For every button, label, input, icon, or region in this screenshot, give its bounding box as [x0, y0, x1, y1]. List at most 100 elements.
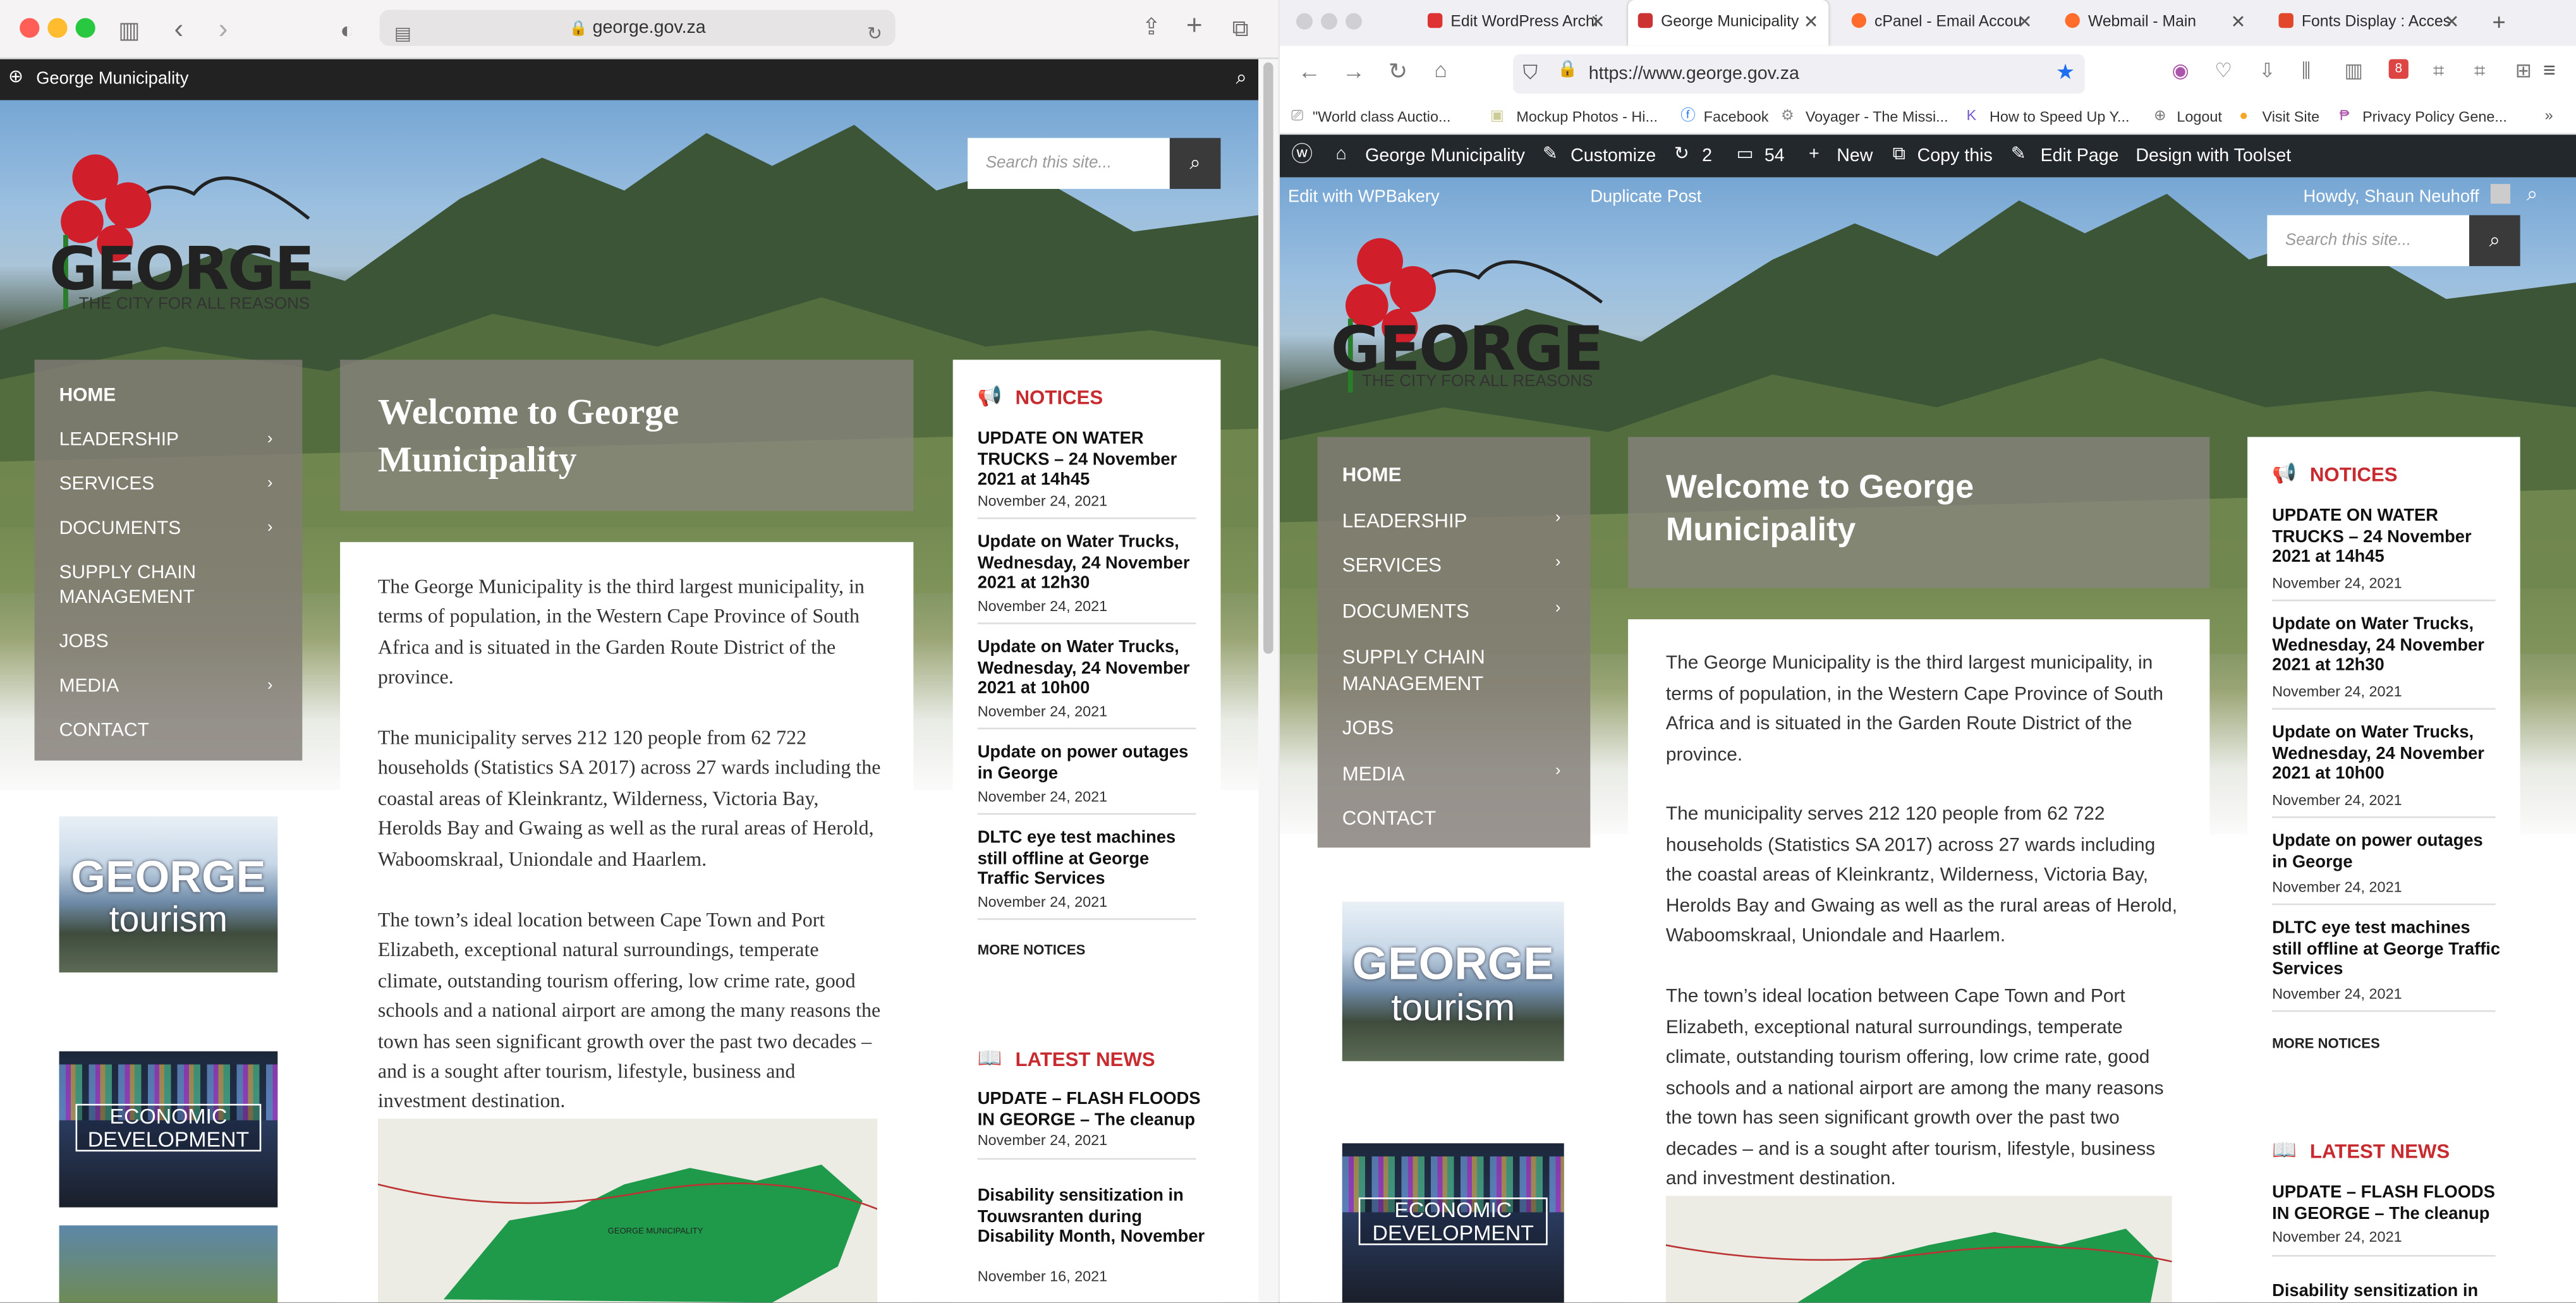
shield-icon[interactable]: ◐: [340, 16, 354, 43]
news-title-2[interactable]: Disability sensitization in Touwsranten …: [978, 1186, 1208, 1247]
news-title-1[interactable]: UPDATE – FLASH FLOODS IN GEORGE – The cl…: [2272, 1183, 2510, 1224]
bookmark-star-icon[interactable]: ★: [2056, 61, 2075, 82]
third-banner[interactable]: [59, 1225, 278, 1303]
notice-title-4[interactable]: Update on power outages in George: [978, 742, 1201, 784]
notice-title-2[interactable]: Update on Water Trucks, Wednesday, 24 No…: [978, 532, 1201, 593]
notice-title-1[interactable]: UPDATE ON WATER TRUCKS – 24 November 202…: [2272, 506, 2502, 567]
crop-icon[interactable]: ⌗: [2433, 61, 2445, 80]
tab-edit-wordpress[interactable]: Edit WordPress Archi ✕: [1418, 0, 1615, 46]
extension-badge[interactable]: 8: [2388, 59, 2409, 79]
nav-item-contact[interactable]: CONTACT: [59, 721, 276, 741]
more-notices-link[interactable]: MORE NOTICES: [978, 942, 1086, 958]
tourism-banner[interactable]: GEORGE tourism: [59, 816, 278, 973]
pocket-icon[interactable]: ♡: [2215, 61, 2232, 80]
sidebar-icon[interactable]: ▥: [118, 16, 140, 44]
nav-item-leadership[interactable]: LEADERSHIP ›: [59, 430, 276, 450]
notice-title-1[interactable]: UPDATE ON WATER TRUCKS – 24 November 202…: [978, 428, 1201, 490]
screenshot-icon[interactable]: ⊞: [2515, 61, 2532, 80]
wordpress-icon[interactable]: ⓦ: [1291, 143, 1313, 164]
wp-copy-this[interactable]: Copy this: [1917, 146, 1993, 166]
nav-item-home[interactable]: HOME: [1342, 463, 1564, 486]
sidebar-icon[interactable]: ▥: [2344, 61, 2362, 80]
bookmark-2[interactable]: Mockup Photos - Hi...: [1516, 109, 1658, 125]
search-button[interactable]: ⌕: [1169, 138, 1221, 189]
reload-icon[interactable]: ↻: [1388, 59, 1408, 82]
close-tab-icon[interactable]: ✕: [2017, 0, 2032, 46]
more-bookmarks-icon[interactable]: »: [2545, 107, 2553, 123]
notice-title-5[interactable]: DLTC eye test machines still offline at …: [978, 828, 1201, 889]
nav-item-home[interactable]: HOME: [59, 386, 276, 406]
menu-icon[interactable]: ≡: [2543, 59, 2556, 81]
wp-edit-page[interactable]: Edit Page: [2041, 146, 2119, 166]
nav-item-media[interactable]: MEDIA ›: [1342, 762, 1564, 785]
nav-item-services[interactable]: SERVICES ›: [1342, 554, 1564, 576]
tracking-shield-icon[interactable]: ⛉: [1523, 63, 1538, 82]
nav-item-contact[interactable]: CONTACT: [1342, 806, 1564, 829]
nav-item-jobs[interactable]: JOBS: [59, 633, 276, 652]
search-icon[interactable]: ⌕: [2527, 184, 2538, 203]
nav-item-services[interactable]: SERVICES ›: [59, 475, 276, 494]
back-icon[interactable]: ‹: [174, 13, 184, 46]
tab-cpanel[interactable]: cPanel - Email Accou ✕: [1842, 0, 2042, 46]
tourism-banner[interactable]: GEORGE tourism: [1342, 902, 1564, 1062]
home-icon[interactable]: ⌂: [1434, 59, 1447, 81]
close-window-button[interactable]: [1296, 13, 1313, 30]
forward-icon[interactable]: ›: [219, 13, 228, 46]
wp-customize[interactable]: Customize: [1571, 146, 1656, 166]
extension-icon[interactable]: ◉: [2172, 61, 2189, 80]
bookmark-7[interactable]: Visit Site: [2263, 109, 2320, 125]
nav-item-jobs[interactable]: JOBS: [1342, 716, 1564, 739]
close-tab-icon[interactable]: ✕: [2444, 0, 2459, 46]
nav-item-leadership[interactable]: LEADERSHIP ›: [1342, 509, 1564, 532]
search-input[interactable]: Search this site...: [2267, 215, 2470, 267]
nav-item-supply-chain[interactable]: SUPPLY CHAIN MANAGEMENT: [59, 562, 224, 611]
crop-tool-icon[interactable]: ⌗: [2474, 61, 2486, 80]
tab-fonts-display[interactable]: Fonts Display : Acces ✕: [2269, 0, 2469, 46]
news-title-1[interactable]: UPDATE – FLASH FLOODS IN GEORGE – The cl…: [978, 1089, 1208, 1130]
notice-title-2[interactable]: Update on Water Trucks, Wednesday, 24 No…: [2272, 614, 2502, 676]
library-icon[interactable]: ⫼: [2302, 61, 2311, 80]
close-tab-icon[interactable]: ✕: [1804, 0, 1819, 46]
wpbakery-link[interactable]: Edit with WPBakery: [1288, 187, 1440, 207]
page-scrollbar[interactable]: [1258, 59, 1279, 1303]
bookmark-6[interactable]: Logout: [2177, 109, 2222, 125]
economic-development-banner[interactable]: ECONOMIC DEVELOPMENT: [1342, 1143, 1564, 1303]
wp-site-name[interactable]: George Municipality: [1365, 146, 1525, 166]
bookmark-5[interactable]: How to Speed Up Y...: [1990, 109, 2130, 125]
wp-updates-count[interactable]: 2: [1702, 146, 1712, 166]
economic-development-banner[interactable]: ECONOMIC DEVELOPMENT: [59, 1051, 278, 1208]
site-name[interactable]: George Municipality: [36, 69, 188, 88]
nav-item-documents[interactable]: DOCUMENTS ›: [1342, 600, 1564, 622]
nav-item-media[interactable]: MEDIA ›: [59, 677, 276, 696]
search-input[interactable]: Search this site...: [968, 138, 1170, 189]
bookmark-1[interactable]: "World class Auctio...: [1313, 109, 1451, 125]
zoom-window-button[interactable]: [1345, 13, 1362, 30]
duplicate-post-link[interactable]: Duplicate Post: [1590, 187, 1701, 207]
minimize-window-button[interactable]: [47, 18, 68, 38]
wp-comments-count[interactable]: 54: [1765, 146, 1785, 166]
notice-title-3[interactable]: Update on Water Trucks, Wednesday, 24 No…: [978, 638, 1201, 699]
close-window-button[interactable]: [20, 18, 40, 38]
avatar[interactable]: [2490, 184, 2511, 204]
bookmark-8[interactable]: Privacy Policy Gene...: [2362, 109, 2507, 125]
search-icon[interactable]: ⌕: [1236, 68, 1248, 87]
nav-item-supply-chain[interactable]: SUPPLY CHAIN MANAGEMENT: [1342, 644, 1507, 696]
new-tab-icon[interactable]: +: [1186, 10, 1203, 43]
tab-george-municipality[interactable]: George Municipality ✕: [1628, 0, 1829, 46]
address-bar[interactable]: ▤ 🔒 george.gov.za ↻: [379, 9, 896, 46]
zoom-window-button[interactable]: [75, 18, 95, 38]
nav-item-documents[interactable]: DOCUMENTS ›: [59, 519, 276, 538]
bookmark-3[interactable]: Facebook: [1704, 109, 1769, 125]
forward-icon[interactable]: →: [1342, 59, 1365, 82]
close-tab-icon[interactable]: ✕: [1590, 0, 1605, 46]
tab-overview-icon[interactable]: ⧉: [1232, 15, 1249, 42]
downloads-icon[interactable]: ⇩: [2259, 61, 2275, 80]
back-icon[interactable]: ←: [1298, 59, 1321, 82]
howdy-user[interactable]: Howdy, Shaun Neuhoff: [2303, 187, 2479, 207]
wp-new[interactable]: New: [1837, 146, 1873, 166]
share-icon[interactable]: ⇪: [1142, 13, 1162, 41]
tab-webmail[interactable]: Webmail - Main ✕: [2055, 0, 2256, 46]
notice-title-4[interactable]: Update on power outages in George: [2272, 831, 2502, 872]
bookmark-4[interactable]: Voyager - The Missi...: [1806, 109, 1948, 125]
search-button[interactable]: ⌕: [2469, 215, 2520, 267]
